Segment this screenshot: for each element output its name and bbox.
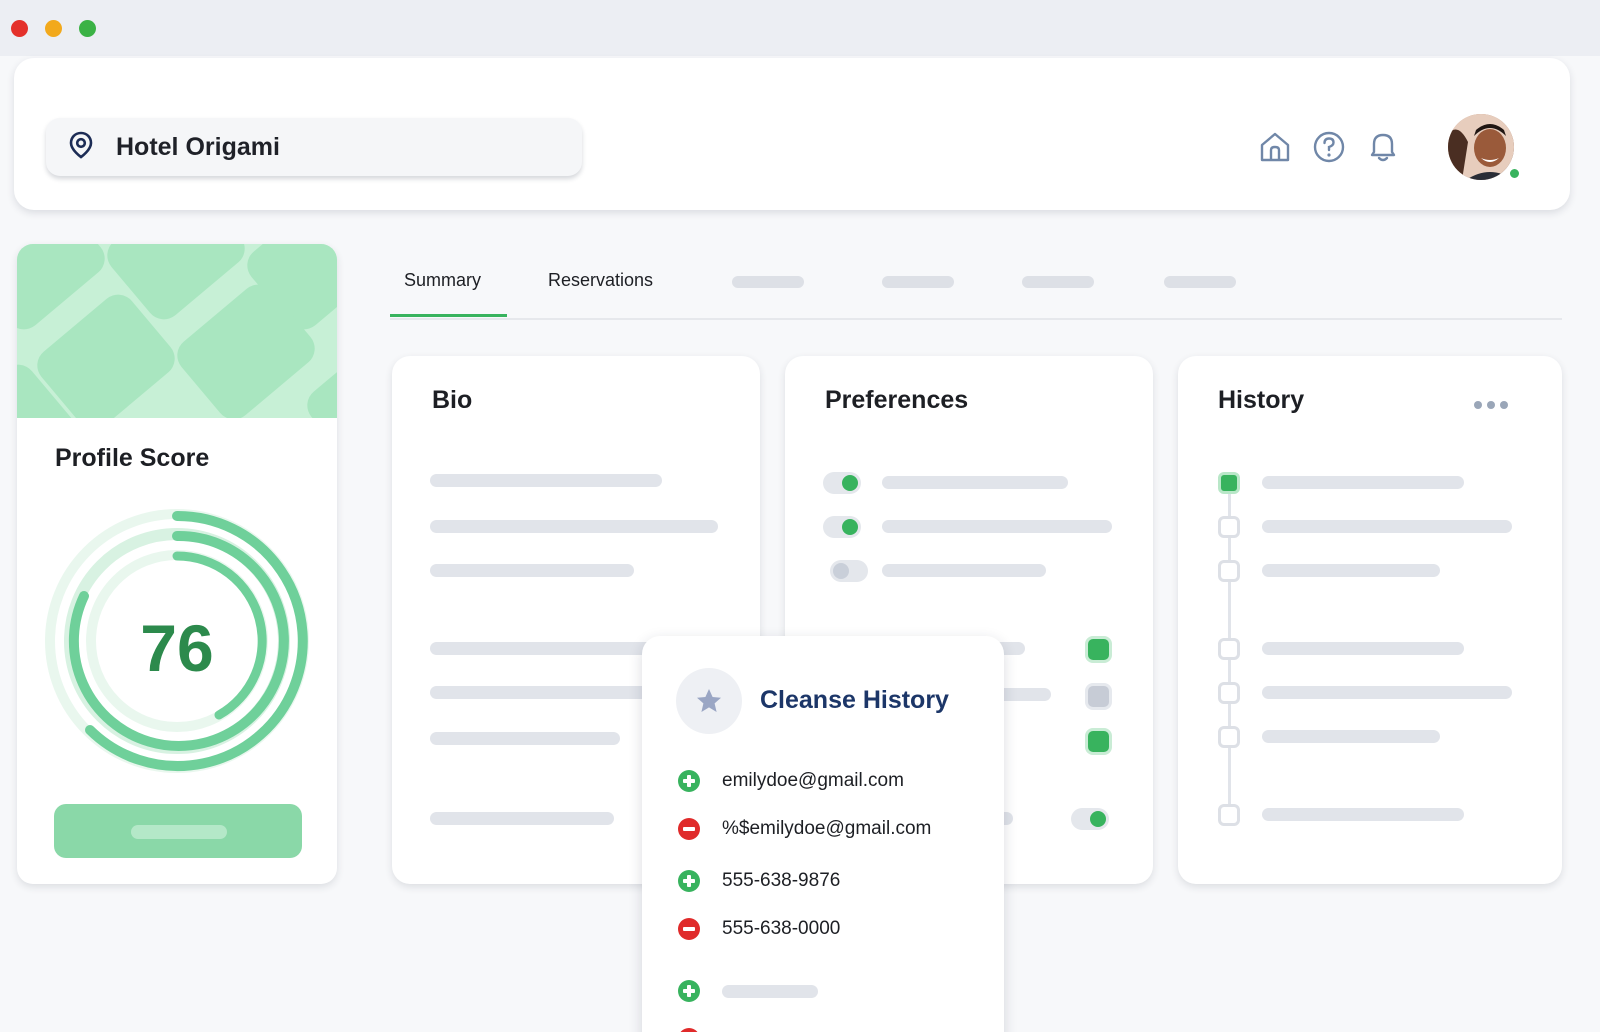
- profile-score-title: Profile Score: [55, 444, 210, 472]
- remove-icon[interactable]: [678, 1028, 700, 1032]
- text-placeholder: [430, 474, 662, 487]
- history-checkbox[interactable]: [1218, 682, 1240, 704]
- location-selector[interactable]: Hotel Origami: [46, 118, 582, 176]
- cleanse-item[interactable]: [678, 1028, 700, 1032]
- text-placeholder: [1262, 642, 1464, 655]
- maximize-window-button[interactable]: [79, 20, 96, 37]
- text-placeholder: [1262, 520, 1512, 533]
- text-placeholder: [430, 520, 718, 533]
- text-placeholder: [1262, 808, 1464, 821]
- preference-toggle[interactable]: [830, 560, 868, 582]
- tab-placeholder[interactable]: [1164, 276, 1236, 288]
- preference-checkbox[interactable]: [1088, 686, 1109, 707]
- text-placeholder: [430, 732, 620, 745]
- close-window-button[interactable]: [11, 20, 28, 37]
- preference-checkbox[interactable]: [1088, 731, 1109, 752]
- cleanse-history-popup: Cleanse History emilydoe@gmail.com %$emi…: [642, 636, 1004, 1032]
- add-icon[interactable]: [678, 980, 700, 1002]
- remove-icon[interactable]: [678, 818, 700, 840]
- history-title: History: [1218, 386, 1305, 414]
- bell-icon[interactable]: [1366, 130, 1400, 164]
- map-pin-icon: [68, 131, 94, 164]
- history-checkbox[interactable]: [1218, 726, 1240, 748]
- profile-tabs: Summary Reservations: [390, 262, 1562, 320]
- cleanse-item-text: emilydoe@gmail.com: [722, 770, 904, 791]
- home-icon[interactable]: [1258, 130, 1292, 164]
- online-status-indicator: [1507, 166, 1522, 181]
- more-horizontal-icon[interactable]: [1472, 398, 1510, 416]
- history-checkbox[interactable]: [1218, 472, 1240, 494]
- preference-checkbox[interactable]: [1088, 639, 1109, 660]
- text-placeholder: [1262, 476, 1464, 489]
- cleanse-item-text: 555-638-9876: [722, 870, 841, 891]
- cleanse-item[interactable]: %$emilydoe@gmail.com: [678, 818, 931, 840]
- cleanse-item[interactable]: 555-638-9876: [678, 870, 840, 892]
- history-checkbox[interactable]: [1218, 638, 1240, 660]
- text-placeholder: [722, 984, 818, 998]
- text-placeholder: [1262, 730, 1440, 743]
- history-checkbox[interactable]: [1218, 560, 1240, 582]
- text-placeholder: [882, 564, 1046, 577]
- cleanse-item[interactable]: emilydoe@gmail.com: [678, 770, 904, 792]
- text-placeholder: [882, 520, 1112, 533]
- help-icon[interactable]: [1312, 130, 1346, 164]
- profile-banner-pattern: [17, 244, 337, 418]
- tab-placeholder[interactable]: [1022, 276, 1094, 288]
- star-icon: [676, 668, 742, 734]
- history-checkbox[interactable]: [1218, 804, 1240, 826]
- history-card: History: [1178, 356, 1562, 884]
- preference-toggle[interactable]: [823, 472, 861, 494]
- text-placeholder: [430, 812, 614, 825]
- cleanse-item-text: 555-638-0000: [722, 918, 841, 939]
- active-tab-indicator: [390, 314, 507, 317]
- text-placeholder: [1262, 686, 1512, 699]
- bio-title: Bio: [432, 386, 473, 414]
- profile-score-card: Profile Score 76: [17, 244, 337, 884]
- profile-score-action-button[interactable]: [54, 804, 302, 858]
- top-header: Hotel Origami: [14, 58, 1570, 210]
- tab-reservations[interactable]: Reservations: [548, 270, 653, 291]
- tab-placeholder[interactable]: [732, 276, 804, 288]
- add-icon[interactable]: [678, 870, 700, 892]
- text-placeholder: [430, 564, 634, 577]
- cleanse-item[interactable]: 555-638-0000: [678, 918, 840, 940]
- cleanse-item-text: %$emilydoe@gmail.com: [722, 818, 932, 839]
- remove-icon[interactable]: [678, 918, 700, 940]
- text-placeholder: [1262, 564, 1440, 577]
- profile-score-value: 76: [140, 611, 214, 685]
- tab-placeholder[interactable]: [882, 276, 954, 288]
- window-titlebar: [0, 0, 1600, 56]
- cleanse-history-title: Cleanse History: [760, 686, 949, 714]
- user-avatar[interactable]: [1448, 114, 1514, 180]
- preference-toggle[interactable]: [823, 516, 861, 538]
- history-checkbox[interactable]: [1218, 516, 1240, 538]
- button-placeholder: [131, 825, 227, 839]
- text-placeholder: [882, 476, 1068, 489]
- cleanse-item[interactable]: [678, 980, 818, 1002]
- minimize-window-button[interactable]: [45, 20, 62, 37]
- location-label: Hotel Origami: [116, 132, 280, 161]
- tab-summary[interactable]: Summary: [404, 270, 481, 291]
- preference-toggle[interactable]: [1071, 808, 1109, 830]
- preferences-title: Preferences: [825, 386, 969, 414]
- add-icon[interactable]: [678, 770, 700, 792]
